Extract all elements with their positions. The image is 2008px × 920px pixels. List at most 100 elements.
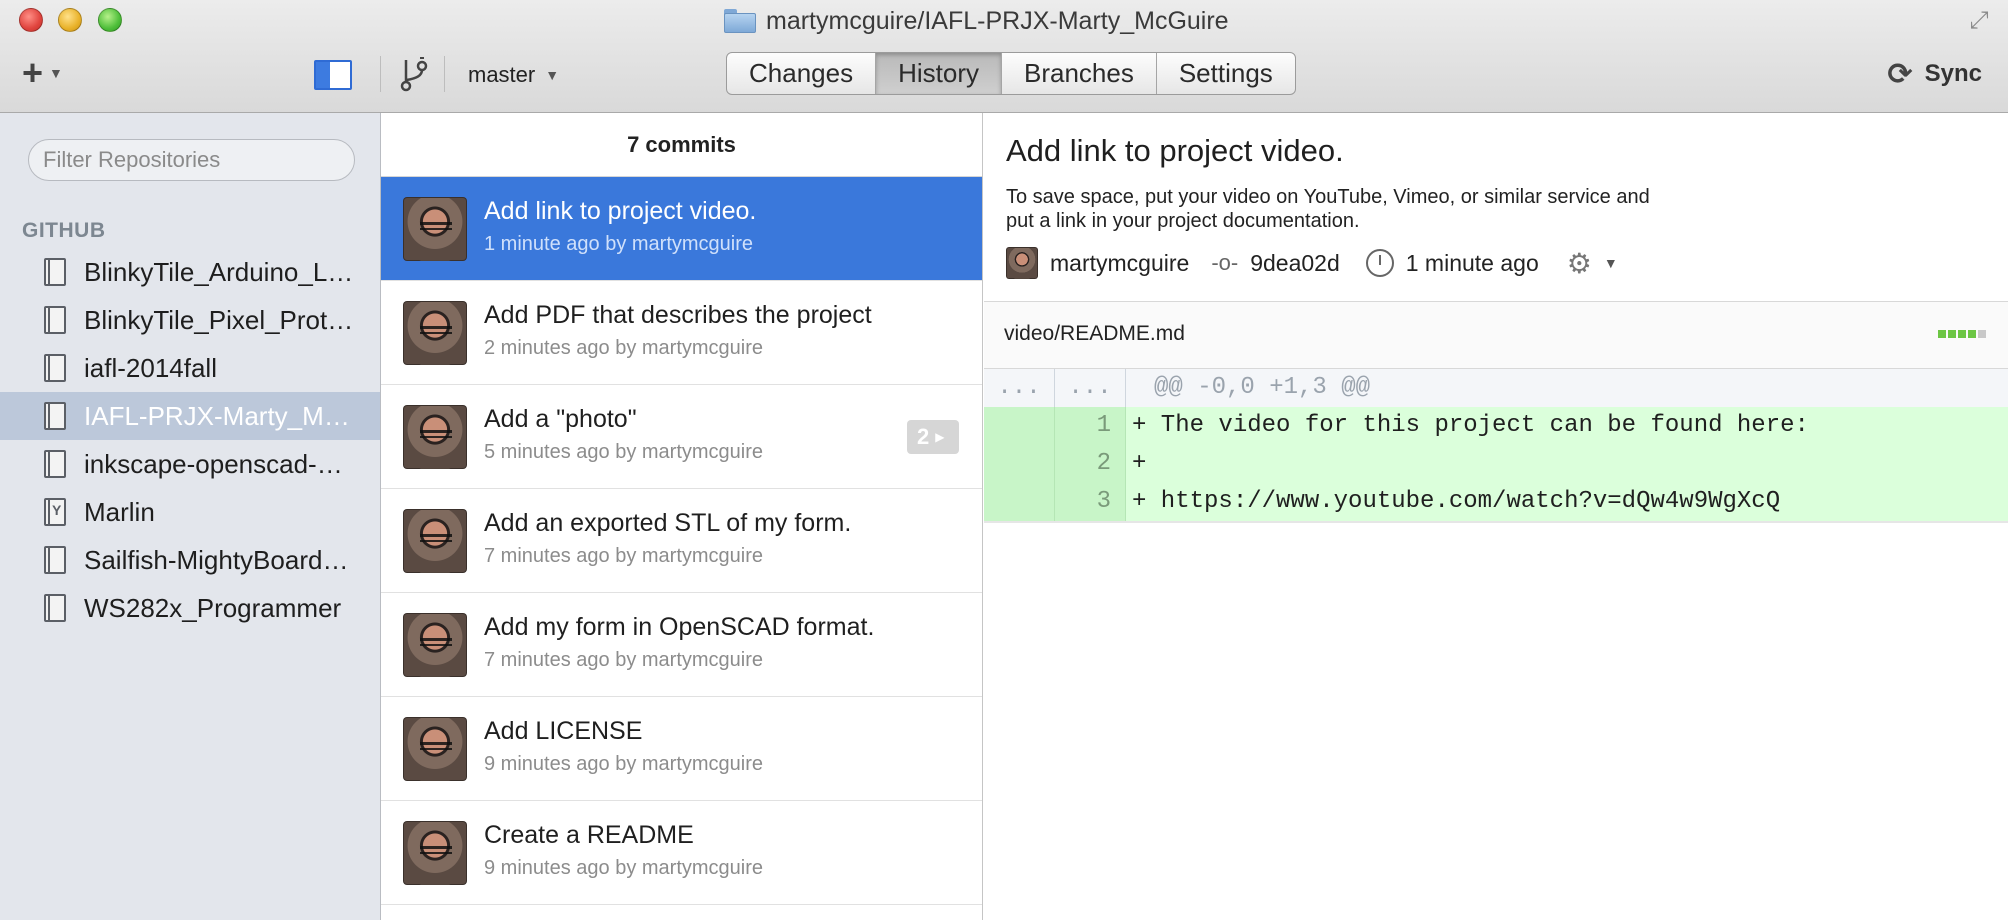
sidebar-section-heading: GITHUB (22, 219, 106, 242)
plus-icon: + (22, 52, 44, 93)
commit-icon: -o- (1211, 250, 1239, 275)
diff-added-line[interactable]: 3 + https://www.youtube.com/watch?v=dQw4… (984, 483, 2008, 521)
repository-name: Marlin (84, 496, 155, 527)
commit-item[interactable]: Create a README 9 minutes ago by martymc… (381, 801, 982, 905)
repository-name: IAFL-PRJX-Marty_McGuire (84, 400, 354, 431)
minimize-window-button[interactable] (58, 8, 82, 32)
sidebar-item-repository[interactable]: BlinkyTile_Pixel_Protocol (0, 296, 380, 344)
diff-added-line[interactable]: 1 + The video for this project can be fo… (984, 407, 2008, 445)
commit-item[interactable]: Add a "photo" 5 minutes ago by martymcgu… (381, 385, 982, 489)
commit-item[interactable]: Add PDF that describes the project 2 min… (381, 281, 982, 385)
avatar (1006, 247, 1038, 279)
commit-item-selected[interactable]: Add link to project video. 1 minute ago … (381, 177, 982, 281)
sidebar-item-repository[interactable]: BlinkyTile_Arduino_Library (0, 248, 380, 296)
sync-button[interactable]: ⟳ Sync (1887, 56, 1982, 92)
filter-repositories-input[interactable] (28, 139, 355, 181)
sync-icon: ⟳ (1887, 57, 1913, 91)
commit-time: 1 minute ago (1405, 249, 1539, 276)
commit-meta: 7 minutes ago by martymcguire (484, 649, 764, 671)
book-icon (44, 450, 66, 478)
book-icon (44, 306, 66, 334)
badge-count: 2 (917, 424, 930, 449)
commit-meta: 5 minutes ago by martymcguire (484, 441, 764, 463)
diff-file-name: video/README.md (1004, 322, 1185, 345)
sidebar-item-repository[interactable]: WS282x_Programmer (0, 584, 380, 632)
avatar (403, 301, 467, 365)
diff-added-line[interactable]: 2 + (984, 445, 2008, 483)
old-line-number (984, 407, 1055, 445)
repository-name: WS282x_Programmer (84, 592, 342, 623)
commit-meta: 1 minute ago by martymcguire (484, 233, 754, 255)
repository-sidebar: GITHUB BlinkyTile_Arduino_Library Blinky… (0, 113, 381, 920)
old-line-number (984, 483, 1055, 521)
close-window-button[interactable] (19, 8, 43, 32)
commit-sha[interactable]: 9dea02d (1250, 250, 1340, 277)
branch-selector[interactable]: master ▼ (468, 60, 559, 90)
avatar (403, 405, 467, 469)
old-line-number (984, 445, 1055, 483)
avatar (403, 509, 467, 573)
commit-title: Add LICENSE (484, 717, 643, 745)
description-line: To save space, put your video on YouTube… (1006, 186, 1650, 208)
sidebar-item-repository[interactable]: iafl-2014fall (0, 344, 380, 392)
chevron-right-icon: ▶ (935, 430, 945, 444)
tab-changes[interactable]: Changes (727, 53, 877, 94)
window-title-bar: martymcguire/IAFL-PRJX-Marty_McGuire (724, 4, 1229, 38)
hunk-text: @@ -0,0 +1,3 @@ (1154, 374, 1371, 401)
commit-title: Add PDF that describes the project (484, 301, 872, 329)
commit-meta-bar: martymcguire -o- 9dea02d 1 minute ago ⚙ … (1006, 245, 1618, 281)
diff-line-text: + https://www.youtube.com/watch?v=dQw4w9… (1132, 488, 1781, 515)
chevron-down-icon[interactable]: ▼ (1604, 255, 1618, 271)
commit-history-list: 7 commits Add link to project video. 1 m… (381, 113, 983, 920)
tab-history[interactable]: History (876, 53, 1002, 94)
commit-title: Create a README (484, 821, 694, 849)
sidebar-item-repository[interactable]: Y Marlin (0, 488, 380, 536)
sidebar-item-repository[interactable]: inkscape-openscad-poly (0, 440, 380, 488)
book-icon (44, 258, 66, 286)
commit-item[interactable]: Add my form in OpenSCAD format. 7 minute… (381, 593, 982, 697)
toolbar-divider (380, 56, 381, 92)
avatar (403, 613, 467, 677)
repository-name: BlinkyTile_Arduino_Library (84, 256, 354, 287)
commit-detail-title: Add link to project video. (1006, 133, 1344, 168)
commit-description: To save space, put your video on YouTube… (1006, 185, 1726, 233)
gear-icon[interactable]: ⚙ (1567, 247, 1592, 280)
diff-file-header[interactable]: video/README.md (984, 301, 2008, 369)
sidebar-item-repository[interactable]: Sailfish-MightyBoardFirmware (0, 536, 380, 584)
new-line-number: 3 (1055, 483, 1126, 521)
clock-icon (1365, 249, 1394, 277)
sidebar-item-repository-selected[interactable]: IAFL-PRJX-Marty_McGuire (0, 392, 380, 440)
chevron-down-icon: ▼ (545, 67, 560, 83)
tab-branches[interactable]: Branches (1002, 53, 1157, 94)
diff-line-text: + The video for this project can be foun… (1132, 412, 1809, 439)
sync-label: Sync (1924, 60, 1982, 87)
zoom-window-button[interactable] (98, 8, 122, 32)
fork-icon: Y (44, 498, 66, 526)
tab-settings[interactable]: Settings (1157, 53, 1295, 94)
avatar (403, 197, 467, 261)
sidebar-toggle-button[interactable] (314, 60, 352, 90)
commit-title: Add link to project video. (484, 197, 757, 225)
diff-end-divider (984, 521, 2008, 523)
folder-icon (724, 9, 756, 33)
old-line-number: ... (984, 369, 1055, 407)
avatar (403, 717, 467, 781)
add-repository-button[interactable]: + ▼ (22, 52, 63, 93)
branch-icon[interactable] (398, 56, 430, 92)
commit-title: Add my form in OpenSCAD format. (484, 613, 875, 641)
commit-author[interactable]: martymcguire (1050, 250, 1189, 277)
repository-name: BlinkyTile_Pixel_Protocol (84, 304, 354, 335)
view-switcher: Changes History Branches Settings (726, 52, 1296, 95)
commit-item[interactable]: Add an exported STL of my form. 7 minute… (381, 489, 982, 593)
commit-meta: 9 minutes ago by martymcguire (484, 857, 764, 879)
window-toolbar: martymcguire/IAFL-PRJX-Marty_McGuire ⤢ +… (0, 0, 2008, 113)
book-icon (44, 546, 66, 574)
commit-detail: Add link to project video. To save space… (984, 113, 2008, 920)
chevron-down-icon: ▼ (49, 65, 63, 81)
toolbar-divider (444, 56, 445, 92)
commit-item[interactable]: Add LICENSE 9 minutes ago by martymcguir… (381, 697, 982, 801)
expand-files-badge[interactable]: 2 ▶ (907, 420, 959, 454)
fullscreen-icon[interactable]: ⤢ (1966, 8, 1992, 34)
branch-name: master (468, 62, 536, 87)
repository-name: inkscape-openscad-poly (84, 448, 354, 479)
